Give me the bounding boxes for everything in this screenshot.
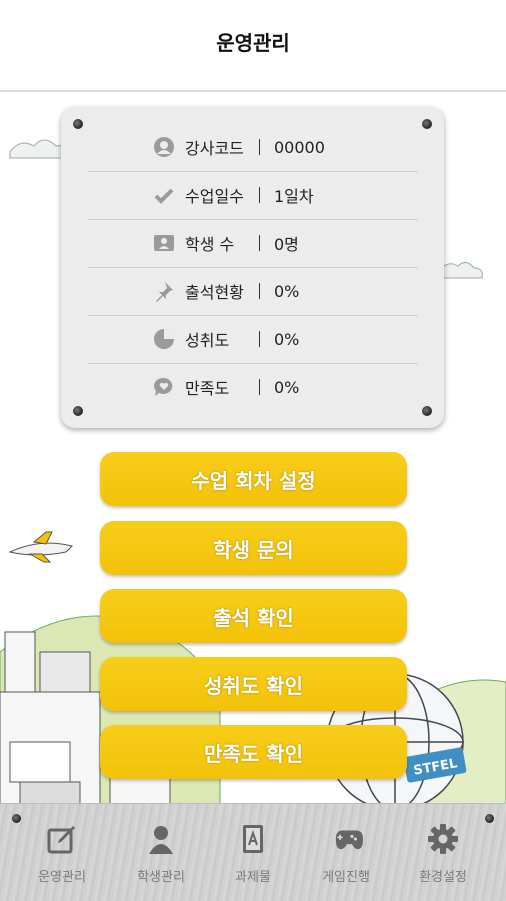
info-row-class-days: 수업일수 1일차 — [88, 171, 418, 220]
row-divider — [259, 139, 260, 155]
tab-settings[interactable]: 환경설정 — [403, 822, 483, 892]
achievement-check-button[interactable]: 성취도 확인 — [100, 657, 407, 711]
screw-icon — [12, 814, 21, 823]
tab-label: 환경설정 — [419, 870, 467, 885]
student-inquiry-button[interactable]: 학생 문의 — [100, 521, 407, 575]
row-label: 출석현황 — [185, 283, 244, 302]
row-value: 0% — [274, 281, 300, 301]
info-row-student-count: 학생 수 0명 — [88, 219, 418, 268]
page-title: 운영관리 — [216, 30, 290, 55]
book-icon — [236, 822, 270, 856]
row-label: 성취도 — [185, 331, 230, 350]
tab-label: 학생관리 — [137, 870, 185, 885]
row-label: 수업일수 — [185, 187, 244, 206]
check-icon — [153, 184, 175, 206]
row-value: 0% — [274, 377, 300, 397]
row-value: 0명 — [274, 235, 299, 254]
tab-label: 과제물 — [235, 870, 271, 885]
row-label: 학생 수 — [185, 235, 235, 254]
tab-operations[interactable]: 운영관리 — [22, 822, 102, 892]
tab-label: 게임진행 — [322, 870, 370, 885]
info-row-instructor-code: 강사코드 00000 — [88, 123, 418, 172]
tab-assignments[interactable]: 과제물 — [213, 822, 293, 892]
tab-game[interactable]: 게임진행 — [306, 822, 386, 892]
tab-label: 운영관리 — [38, 870, 86, 885]
edit-icon — [45, 822, 79, 856]
heart-chat-icon — [153, 376, 175, 398]
row-divider — [259, 283, 260, 299]
info-row-satisfaction: 만족도 0% — [88, 363, 418, 411]
row-value: 00000 — [274, 137, 325, 157]
airplane-icon — [8, 531, 73, 563]
row-value: 1일차 — [274, 187, 314, 206]
pie-icon — [153, 328, 175, 350]
screw-icon — [73, 406, 83, 416]
students-icon — [153, 232, 175, 254]
info-card: 강사코드 00000 수업일수 1일차 학생 수 0명 출석현황 0% 성취도 … — [61, 107, 444, 428]
info-row-achievement: 성취도 0% — [88, 315, 418, 364]
screw-icon — [73, 119, 83, 129]
tab-students[interactable]: 학생관리 — [121, 822, 201, 892]
person-icon — [144, 822, 178, 856]
screw-icon — [422, 119, 432, 129]
gear-icon — [426, 822, 460, 856]
row-label: 강사코드 — [185, 139, 244, 158]
user-icon — [153, 136, 175, 158]
row-divider — [259, 187, 260, 203]
header-bar: 운영관리 — [0, 0, 506, 92]
screw-icon — [485, 814, 494, 823]
row-divider — [259, 235, 260, 251]
screw-icon — [422, 406, 432, 416]
row-divider — [259, 379, 260, 395]
pin-icon — [153, 280, 175, 302]
info-row-attendance-status: 출석현황 0% — [88, 267, 418, 316]
row-value: 0% — [274, 329, 300, 349]
bottom-tab-bar: 운영관리 학생관리 과제물 게임진행 환경설정 — [0, 803, 506, 901]
satisfaction-check-button[interactable]: 만족도 확인 — [100, 725, 407, 779]
row-divider — [259, 331, 260, 347]
row-label: 만족도 — [185, 379, 230, 398]
gamepad-icon — [329, 822, 363, 856]
attendance-check-button[interactable]: 출석 확인 — [100, 589, 407, 643]
session-settings-button[interactable]: 수업 회차 설정 — [100, 452, 407, 506]
